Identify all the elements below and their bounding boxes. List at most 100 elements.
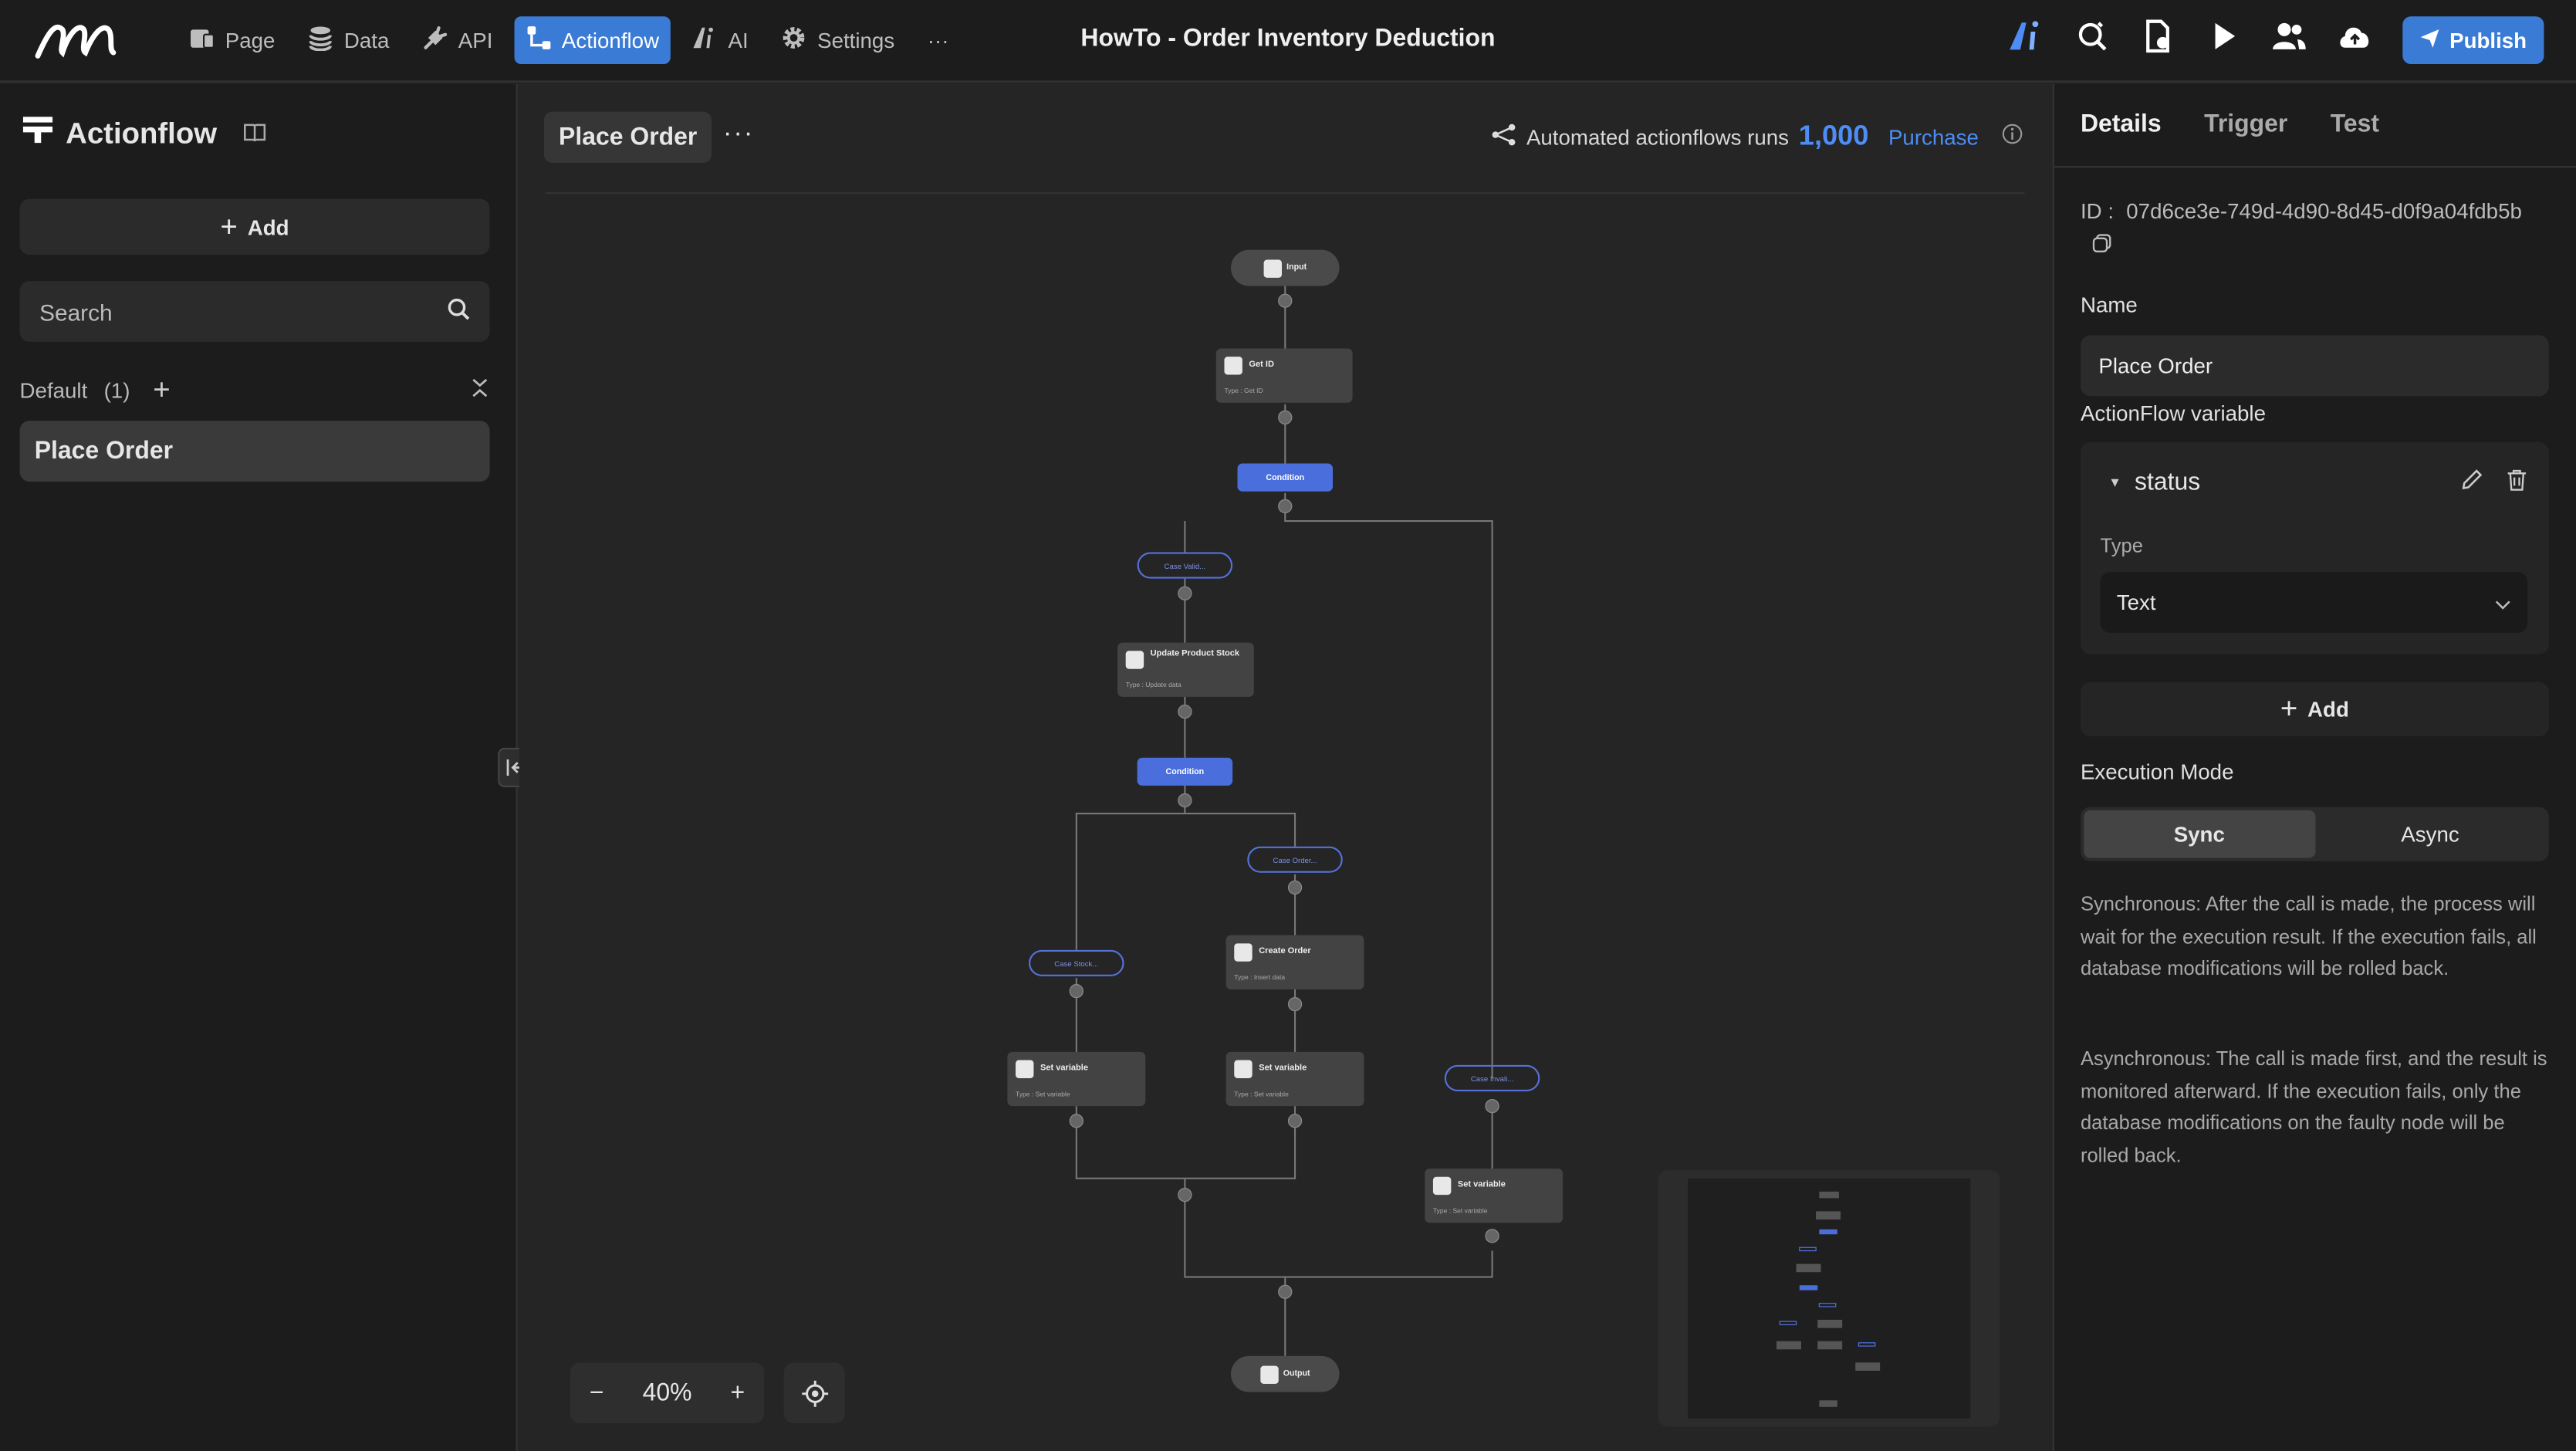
execution-mode-label: Execution Mode <box>2080 759 2234 784</box>
setvar-node-icon <box>1234 1060 1253 1078</box>
input-node-icon <box>1263 259 1282 277</box>
execution-mode-toggle: Sync Async <box>2080 807 2549 861</box>
variable-card: ▼ status Type Text <box>2080 441 2549 654</box>
top-actions: Publish <box>2007 16 2544 65</box>
node-get-id-type: Type : Get ID <box>1224 386 1263 395</box>
tab-details[interactable]: Details <box>2081 110 2162 138</box>
docs-book-icon[interactable] <box>243 117 266 151</box>
sidebar-title: Actionflow <box>66 117 218 150</box>
minimap-viewport <box>1687 1178 1971 1419</box>
sync-option[interactable]: Sync <box>2084 810 2315 858</box>
users-icon[interactable] <box>2270 18 2307 62</box>
node-get-id-title: Get ID <box>1249 360 1274 370</box>
group-count: (1) <box>103 377 130 403</box>
plus-icon: + <box>220 209 238 243</box>
case-valid[interactable]: Case Valid... <box>1137 552 1233 579</box>
node-input[interactable]: Input <box>1230 249 1340 286</box>
type-value: Text <box>2116 590 2156 615</box>
node-set-variable-3[interactable]: Set variable Type : Set variable <box>1425 1169 1564 1223</box>
node-get-id[interactable]: Get ID Type : Get ID <box>1215 348 1353 403</box>
ai-assistant-icon[interactable] <box>2007 18 2044 62</box>
node-update-product-stock[interactable]: Update Product Stock Type : Update data <box>1117 642 1254 697</box>
nav-settings[interactable]: Settings <box>769 16 906 64</box>
details-panel: Details Trigger Test ID : 07d6ce3e-749d-… <box>2052 83 2576 1451</box>
insert-node-icon <box>1234 943 1253 962</box>
minimap[interactable] <box>1658 1170 2000 1427</box>
add-flow-button[interactable]: + Add <box>19 198 490 255</box>
node-condition-1[interactable]: Condition <box>1237 463 1334 492</box>
nav-data[interactable]: Data <box>296 16 401 64</box>
setvar-node-icon <box>1016 1060 1034 1078</box>
zoom-out-button[interactable]: − <box>590 1379 604 1407</box>
node-setvar1-title: Set variable <box>1040 1063 1088 1074</box>
page-icon <box>189 25 215 56</box>
zoom-controls: − 40% + <box>570 1362 765 1424</box>
nav-actionflow-label: Actionflow <box>561 28 660 53</box>
name-label: Name <box>2080 293 2138 317</box>
main-nav: Page Data API Actionflow AI Settings ··· <box>177 16 960 65</box>
flow-id: ID : 07d6ce3e-749d-4d90-8d45-d0f9a04fdb5… <box>2081 199 2522 224</box>
collapse-group-icon[interactable] <box>470 377 490 404</box>
node-set-variable-2[interactable]: Set variable Type : Set variable <box>1225 1051 1364 1107</box>
edit-pencil-icon[interactable] <box>2460 468 2483 499</box>
id-value: 07d6ce3e-749d-4d90-8d45-d0f9a04fdb5b <box>2126 198 2522 224</box>
variable-actions <box>2460 468 2527 499</box>
id-node-icon <box>1224 357 1242 375</box>
gear-icon <box>781 25 807 56</box>
sidebar-item-place-order[interactable]: Place Order <box>19 421 490 482</box>
locate-center-icon[interactable] <box>783 1362 845 1424</box>
node-condition-2[interactable]: Condition <box>1137 757 1233 786</box>
app-logo[interactable] <box>33 16 119 70</box>
copy-icon[interactable] <box>2092 232 2112 261</box>
add-variable-button[interactable]: + Add <box>2080 682 2549 737</box>
group-add-icon[interactable]: + <box>153 373 170 408</box>
nav-api[interactable]: API <box>411 16 504 64</box>
node-update-title: Update Product Stock <box>1150 649 1240 659</box>
tab-test[interactable]: Test <box>2331 110 2379 138</box>
node-output[interactable]: Output <box>1230 1355 1340 1392</box>
node-input-label: Input <box>1286 262 1307 273</box>
left-sidebar: Actionflow + Add Search Default (1) + Pl… <box>0 83 518 1451</box>
variable-label: ActionFlow variable <box>2080 401 2266 426</box>
node-create-order[interactable]: Create Order Type : Insert data <box>1225 935 1364 989</box>
zoom-level: 40% <box>642 1378 692 1407</box>
add-variable-label: Add <box>2307 696 2349 722</box>
cloud-upload-icon[interactable] <box>2336 18 2372 62</box>
nav-more-button[interactable]: ··· <box>916 16 960 64</box>
node-setvar3-type: Type : Set variable <box>1432 1206 1488 1215</box>
search-input[interactable]: Search <box>19 281 490 342</box>
nav-api-label: API <box>458 28 493 53</box>
nav-page-label: Page <box>225 28 276 53</box>
case-invalid[interactable]: Case Invali... <box>1444 1064 1540 1091</box>
variable-header[interactable]: ▼ status <box>2108 468 2200 496</box>
case-order[interactable]: Case Order... <box>1247 846 1343 873</box>
document-settings-icon[interactable] <box>2139 18 2175 62</box>
caret-down-icon: ▼ <box>2108 475 2122 490</box>
node-create-type: Type : Insert data <box>1234 972 1286 982</box>
nav-actionflow[interactable]: Actionflow <box>514 16 671 65</box>
refresh-search-icon[interactable] <box>2073 18 2109 62</box>
node-set-variable-1[interactable]: Set variable Type : Set variable <box>1007 1051 1146 1107</box>
publish-button[interactable]: Publish <box>2402 16 2544 65</box>
type-select[interactable]: Text <box>2100 572 2528 633</box>
ai-icon <box>692 25 718 56</box>
trash-icon[interactable] <box>2506 468 2527 499</box>
flow-canvas[interactable]: Place Order ··· Automated actionflows ru… <box>519 83 2051 1451</box>
node-setvar2-type: Type : Set variable <box>1234 1089 1289 1098</box>
async-option[interactable]: Async <box>2314 810 2545 858</box>
node-output-label: Output <box>1283 1368 1310 1379</box>
panel-tabs: Details Trigger Test <box>2081 110 2379 138</box>
name-input[interactable]: Place Order <box>2080 335 2549 397</box>
plus-icon: + <box>2280 692 2298 726</box>
case-stock[interactable]: Case Stock... <box>1029 949 1124 976</box>
nav-page[interactable]: Page <box>177 16 286 64</box>
actionflow-icon <box>22 117 53 151</box>
zoom-in-button[interactable]: + <box>730 1379 745 1407</box>
nav-ai-label: AI <box>728 28 749 53</box>
nav-ai[interactable]: AI <box>681 16 760 64</box>
play-icon[interactable] <box>2205 18 2241 62</box>
async-description: Asynchronous: The call is made first, an… <box>2080 1047 2547 1166</box>
flow-group-default[interactable]: Default (1) + <box>20 373 490 408</box>
tab-trigger[interactable]: Trigger <box>2204 110 2287 138</box>
sidebar-header: Actionflow <box>22 117 266 151</box>
